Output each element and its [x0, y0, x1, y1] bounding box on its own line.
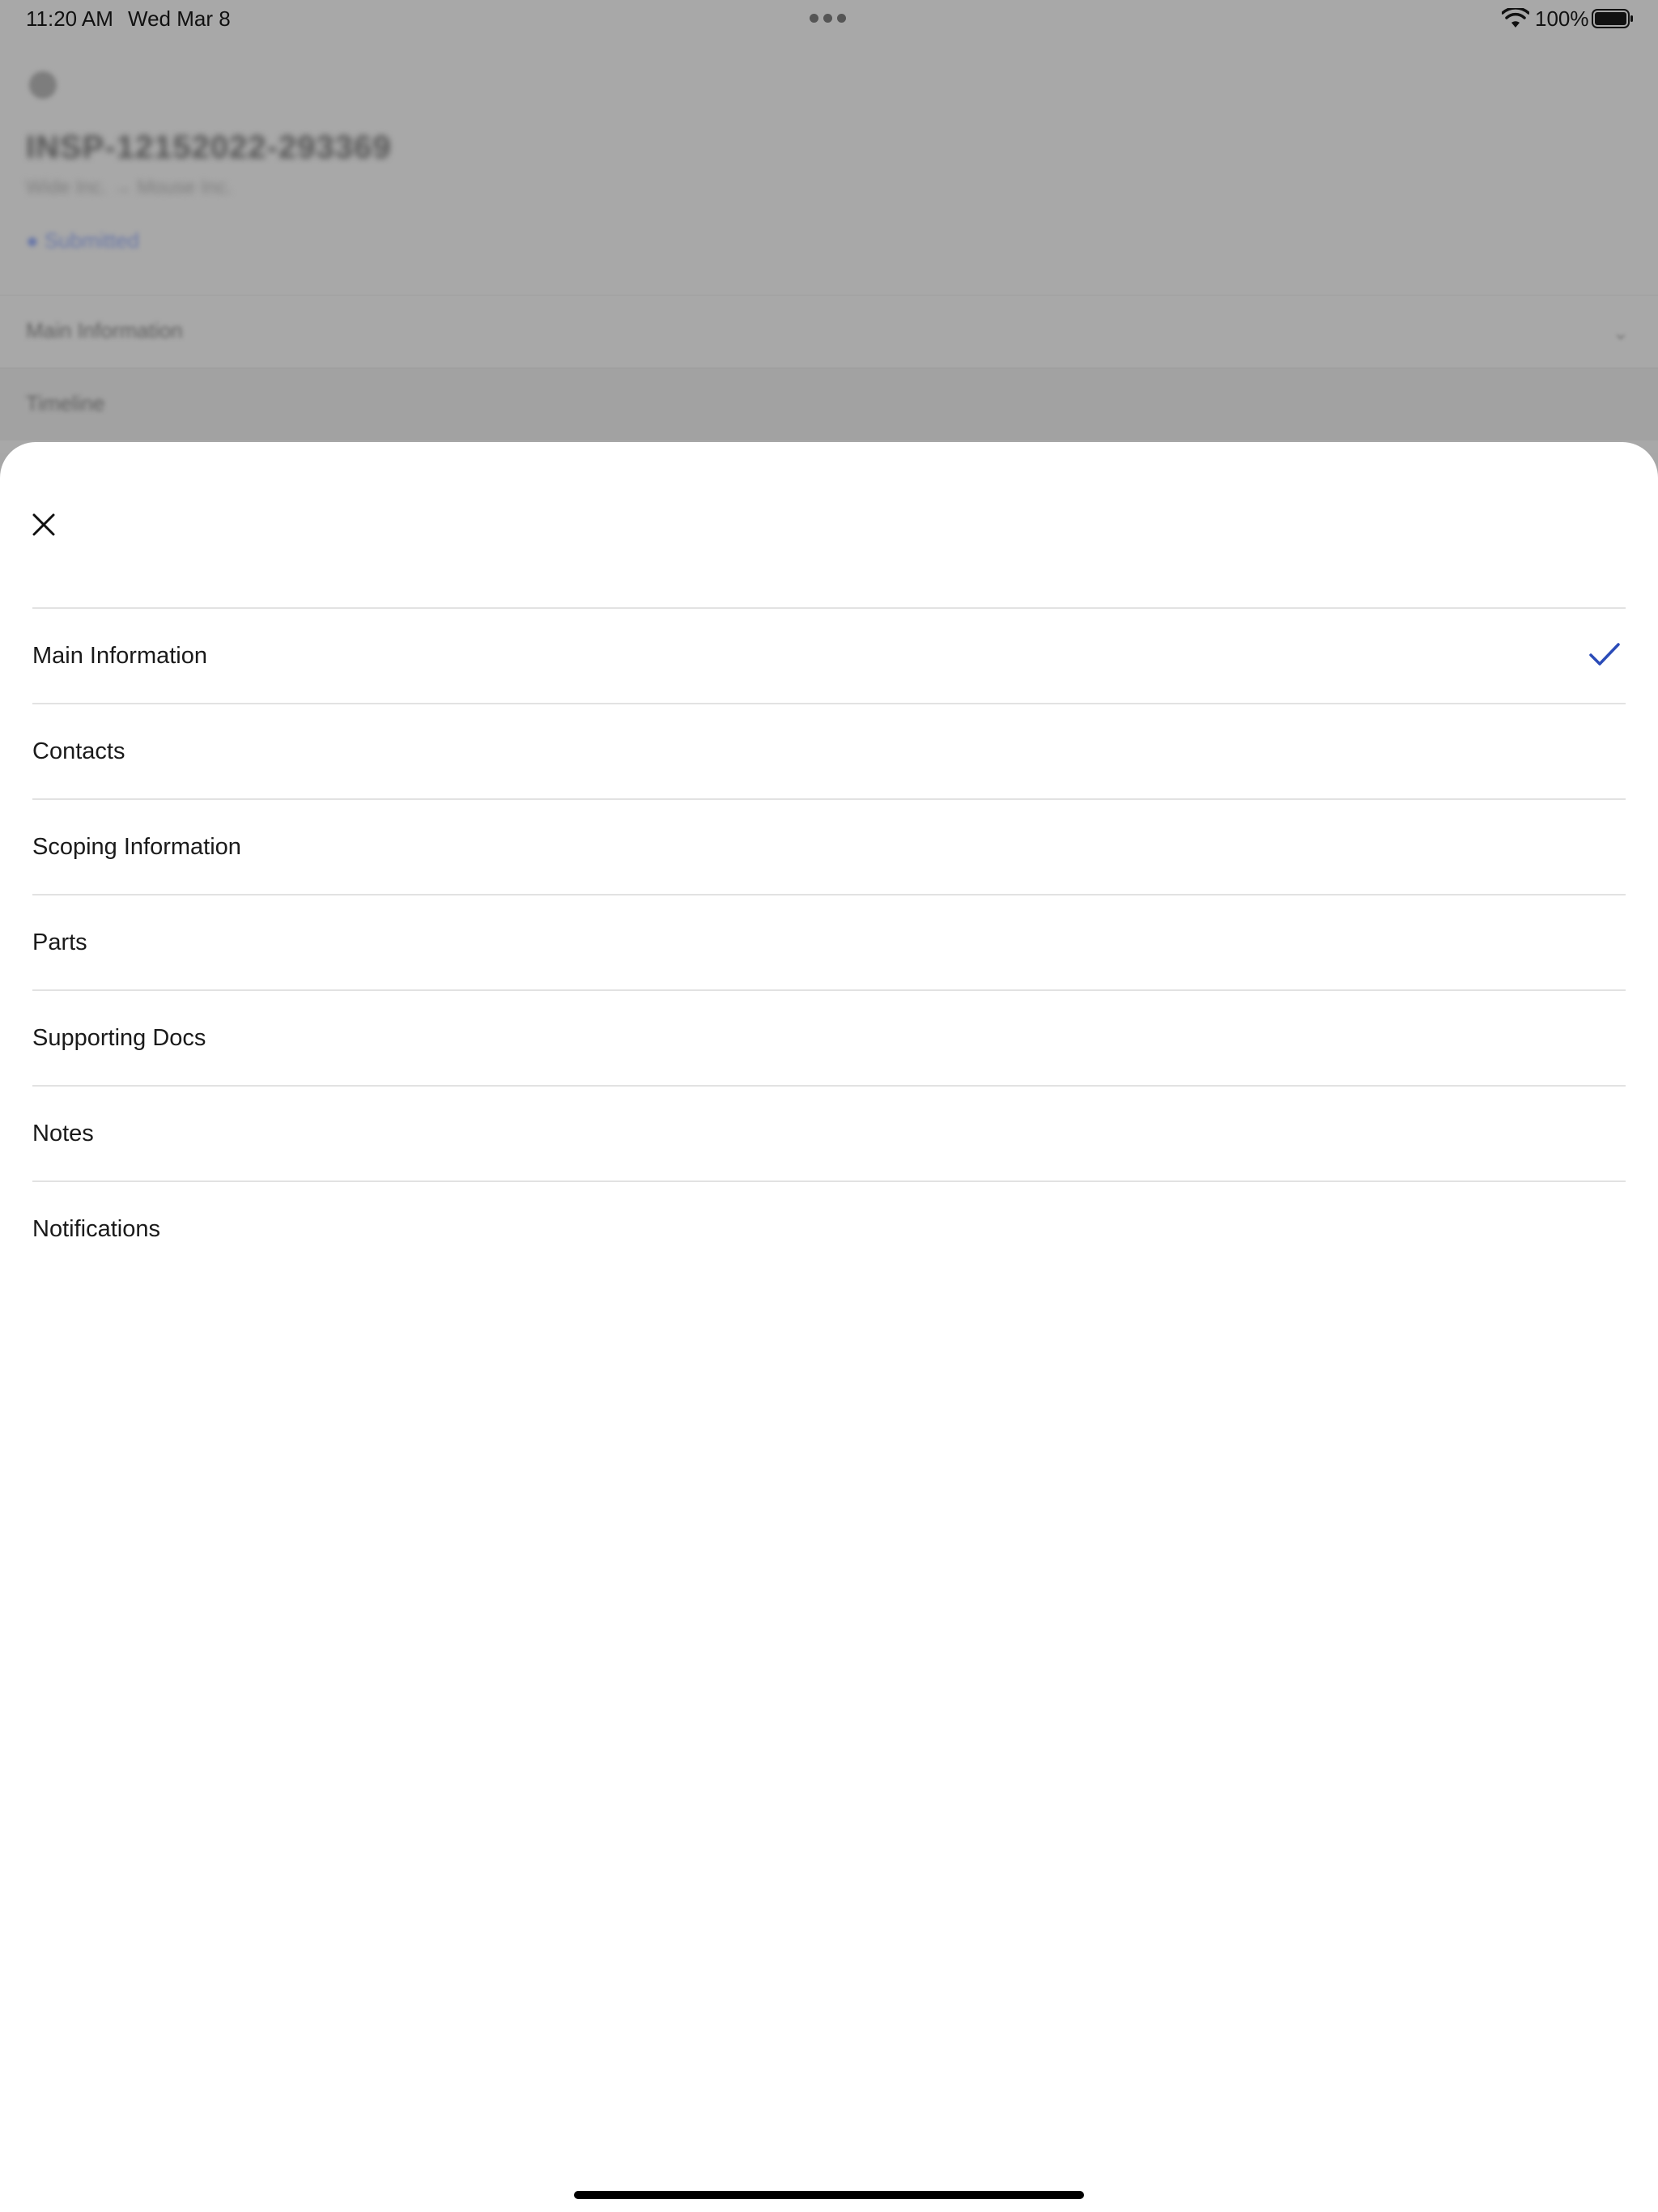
multitasking-dots-icon[interactable]	[810, 14, 846, 23]
inspection-title: INSP-12152022-293369	[26, 130, 392, 165]
section-item-label: Parts	[32, 929, 87, 955]
section-row: Timeline	[0, 368, 1658, 440]
section-item-supporting-docs[interactable]: Supporting Docs	[32, 989, 1626, 1085]
status-date: Wed Mar 8	[128, 6, 231, 31]
status-badge: ● Submitted	[26, 228, 139, 253]
section-item-label: Notifications	[32, 1215, 160, 1242]
section-item-main-information[interactable]: Main Information	[32, 607, 1626, 703]
section-row: Main Information ⌄	[0, 295, 1658, 368]
section-item-notifications[interactable]: Notifications	[32, 1180, 1626, 1276]
section-list: Main Information Contacts Scoping Inform…	[32, 607, 1626, 1276]
status-bar: 11:20 AM Wed Mar 8 100%	[0, 0, 1658, 39]
section-item-label: Scoping Information	[32, 833, 241, 860]
background-screen: 11:20 AM Wed Mar 8 100% INSP-12152022-29…	[0, 0, 1658, 453]
section-picker-sheet: Main Information Contacts Scoping Inform…	[0, 442, 1658, 2212]
close-icon	[32, 513, 55, 536]
section-label: Main Information	[26, 318, 183, 342]
back-button	[29, 71, 57, 99]
home-indicator[interactable]	[574, 2191, 1084, 2199]
status-time: 11:20 AM	[26, 6, 113, 31]
battery-icon	[1592, 9, 1633, 28]
section-item-contacts[interactable]: Contacts	[32, 703, 1626, 798]
section-label: Timeline	[26, 391, 105, 415]
close-button[interactable]	[24, 505, 63, 544]
wifi-icon	[1502, 8, 1529, 28]
inspection-subtitle: Wide Inc. → Mouse Inc.	[26, 177, 232, 198]
checkmark-icon	[1589, 643, 1620, 666]
section-item-scoping-information[interactable]: Scoping Information	[32, 798, 1626, 894]
battery-percentage: 100%	[1535, 6, 1589, 31]
section-item-parts[interactable]: Parts	[32, 894, 1626, 989]
section-item-label: Supporting Docs	[32, 1024, 206, 1051]
section-item-notes[interactable]: Notes	[32, 1085, 1626, 1180]
section-item-label: Main Information	[32, 642, 207, 669]
chevron-down-icon: ⌄	[1612, 322, 1629, 344]
section-item-label: Contacts	[32, 738, 125, 764]
section-item-label: Notes	[32, 1120, 94, 1146]
